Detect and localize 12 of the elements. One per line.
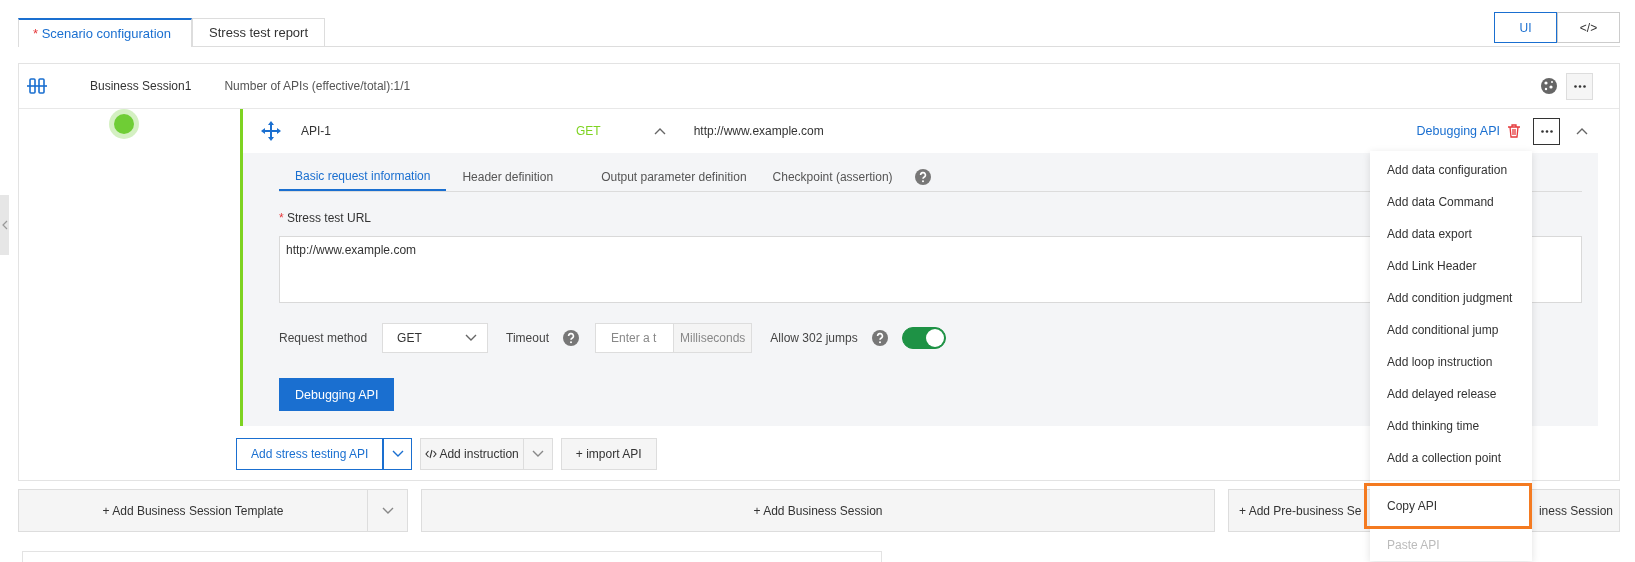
session-name: Business Session1 [90, 79, 192, 93]
api-url: http://www.example.com [693, 124, 824, 138]
field-label: Allow 302 jumps [770, 331, 858, 346]
api-count: Number of APIs (effective/total):1/1 [224, 79, 411, 93]
field-label: Request method [279, 331, 368, 346]
field-label: * Stress test URL [279, 210, 372, 226]
button-label: iness Session [1538, 503, 1613, 518]
api-name: API-1 [301, 124, 331, 138]
unit-label: Milliseconds [673, 323, 753, 354]
field-label: Timeout [506, 331, 549, 346]
http-method: GET [576, 124, 601, 138]
button-label: + Add Pre-business Se [1239, 503, 1362, 518]
